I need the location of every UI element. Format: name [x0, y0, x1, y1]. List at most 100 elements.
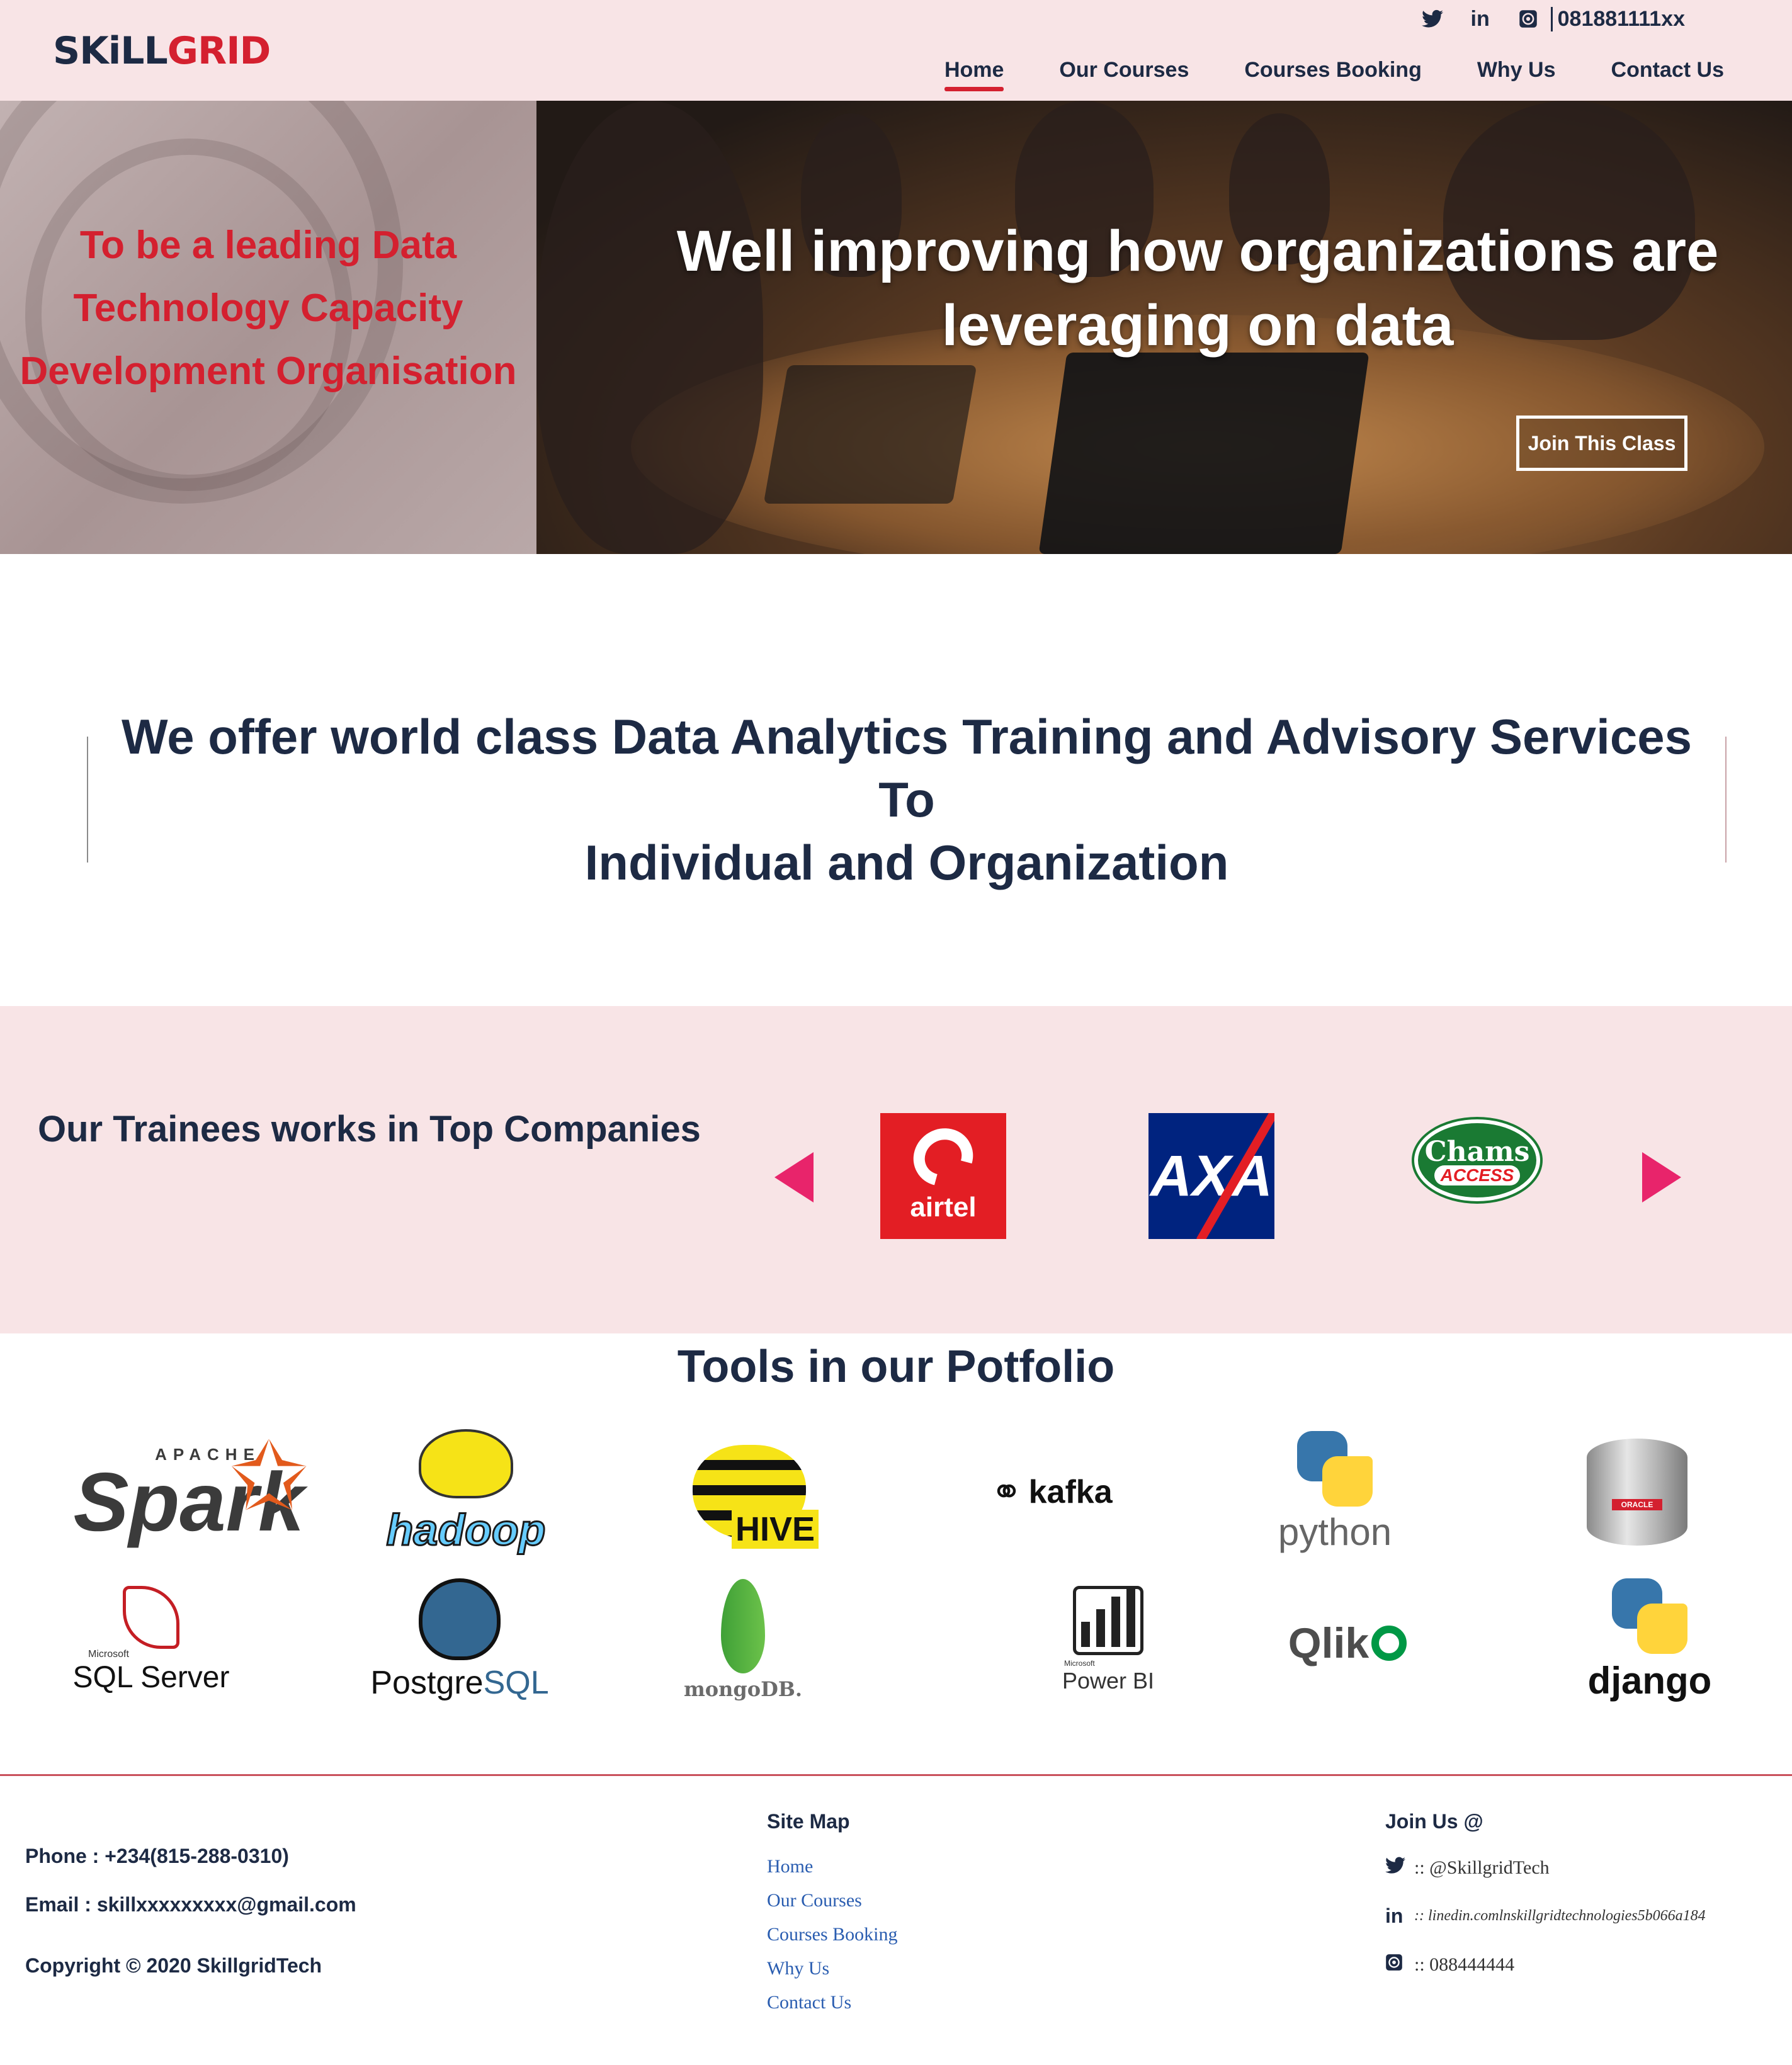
nav-home[interactable]: Home [944, 58, 1004, 91]
postgres-text-b: SQL [483, 1665, 549, 1701]
sitemap-link-why-us[interactable]: Why Us [767, 1958, 898, 1979]
laptop-photo [763, 365, 977, 504]
hero-headline: Well improving how organizations are lev… [662, 214, 1733, 363]
offer-section: We offer world class Data Analytics Trai… [87, 709, 1727, 890]
power-bi-ms-text: Microsoft [1064, 1659, 1095, 1668]
join-us-title: Join Us @ [1385, 1810, 1483, 1833]
footer-whatsapp[interactable]: :: 088444444 [1385, 1953, 1706, 1976]
tool-logo-power-bi: Microsoft Power BI [1045, 1574, 1171, 1706]
hero-mission-panel: To be a leading Data Technology Capacity… [0, 101, 536, 554]
offer-line-1: We offer world class Data Analytics Trai… [122, 709, 1692, 827]
postgres-elephant-icon [419, 1578, 501, 1660]
sitemap-link-our-courses[interactable]: Our Courses [767, 1890, 898, 1911]
hero-photo-panel: Well improving how organizations are lev… [536, 101, 1792, 554]
sql-server-icon [123, 1585, 179, 1649]
footer-copyright: Copyright © 2020 SkillgridTech [25, 1954, 322, 1977]
mongodb-leaf-icon [721, 1579, 765, 1673]
headline-line-1: Well improving how organizations are [676, 219, 1719, 283]
carousel-next-arrow-icon[interactable] [1642, 1152, 1681, 1202]
footer-join-us: Join Us @ :: @SkillgridTech in :: linedi… [1385, 1810, 1706, 2001]
hadoop-elephant-icon [419, 1429, 513, 1498]
headline-line-2: leveraging on data [941, 293, 1454, 358]
tool-logo-mongodb: mongoDB. [674, 1574, 812, 1706]
tool-logo-kafka: ⚭ kafka [970, 1461, 1133, 1524]
sql-server-text: SQL Server [72, 1660, 230, 1694]
tool-logo-django: django [1580, 1574, 1719, 1706]
laptop-photo [1038, 353, 1370, 554]
footer-contact: Phone : +234(815-288-0310) Email : skill… [25, 1845, 356, 2003]
footer-twitter[interactable]: :: @SkillgridTech [1385, 1856, 1706, 1879]
logo-text-grid: GRID [167, 29, 271, 73]
company-logo-chams: Chams ACCESS [1414, 1119, 1540, 1201]
tool-logo-qlik: Qlik [1272, 1612, 1423, 1675]
spark-star-icon: ✩ [229, 1423, 309, 1529]
main-nav: Home Our Courses Courses Booking Why Us … [944, 58, 1724, 91]
tool-logo-postgresql: PostgreSQL [365, 1574, 554, 1706]
company-logo-airtel: airtel [880, 1113, 1006, 1239]
social-topbar: in 081881111xx [1420, 5, 1685, 33]
kafka-text: kafka [1028, 1474, 1113, 1510]
footer-phone: Phone : +234(815-288-0310) [25, 1845, 289, 1867]
join-class-button[interactable]: Join This Class [1516, 416, 1687, 471]
kafka-icon: ⚭ [990, 1471, 1023, 1513]
database-cylinder-icon: ORACLE [1587, 1439, 1687, 1546]
whatsapp-icon [1385, 1953, 1408, 1976]
hadoop-text: hadoop [385, 1505, 547, 1556]
tool-logo-spark: APACHE Spark ✩ [63, 1423, 315, 1561]
footer-whatsapp-number: :: 088444444 [1414, 1954, 1515, 1975]
qlik-text: Qlik [1288, 1619, 1370, 1667]
footer-sitemap: Site Map Home Our Courses Courses Bookin… [767, 1810, 898, 2026]
company-logo-axa: AXA [1148, 1113, 1274, 1239]
tool-logo-python: python [1266, 1423, 1404, 1561]
mission-line-3: Development Organisation [20, 349, 517, 393]
python-icon [1297, 1430, 1373, 1507]
trainees-section: Our Trainees works in Top Companies airt… [0, 1006, 1792, 1333]
header-phone: 081881111xx [1550, 6, 1685, 31]
mission-line-1: To be a leading Data [79, 223, 457, 267]
hive-text: HIVE [731, 1510, 819, 1549]
footer-divider [0, 1774, 1792, 1776]
sitemap-title: Site Map [767, 1810, 850, 1833]
site-header: SKiLL GRID in 081881111xx Home Our Course… [0, 0, 1792, 101]
nav-our-courses[interactable]: Our Courses [1059, 58, 1189, 89]
twitter-icon[interactable] [1420, 6, 1445, 31]
nav-why-us[interactable]: Why Us [1477, 58, 1556, 89]
mongodb-text: mongoDB. [683, 1677, 803, 1701]
postgres-text-a: Postgre [370, 1665, 484, 1701]
airtel-swirl-icon [902, 1117, 984, 1197]
tool-logo-sql-server: Microsoft SQL Server [69, 1580, 233, 1700]
whatsapp-icon[interactable] [1516, 6, 1541, 31]
tool-logo-oracle: ORACLE [1580, 1429, 1694, 1555]
site-logo[interactable]: SKiLL GRID [53, 29, 271, 73]
linkedin-icon[interactable]: in [1468, 6, 1493, 31]
django-python-icon [1612, 1578, 1687, 1654]
trainees-title: Our Trainees works in Top Companies [38, 1109, 701, 1150]
logo-text-skill: SKiLL [53, 29, 168, 73]
sql-server-ms-text: Microsoft [88, 1648, 129, 1660]
offer-line-2: Individual and Organization [584, 835, 1229, 890]
twitter-icon [1385, 1856, 1408, 1879]
postgres-text: PostgreSQL [370, 1664, 548, 1702]
django-text: django [1587, 1659, 1712, 1702]
carousel-prev-arrow-icon[interactable] [774, 1152, 814, 1202]
nav-contact-us[interactable]: Contact Us [1611, 58, 1724, 89]
offer-heading: We offer world class Data Analytics Trai… [88, 705, 1725, 894]
footer-linkedin[interactable]: in :: linedin.comlnskillgridtechnologies… [1385, 1904, 1706, 1928]
sitemap-link-home[interactable]: Home [767, 1856, 898, 1877]
nav-courses-booking[interactable]: Courses Booking [1244, 58, 1421, 89]
footer-twitter-handle: :: @SkillgridTech [1414, 1857, 1550, 1878]
linkedin-icon: in [1385, 1904, 1404, 1927]
sitemap-link-courses-booking[interactable]: Courses Booking [767, 1924, 898, 1945]
footer-email[interactable]: Email : skillxxxxxxxxx@gmail.com [25, 1893, 356, 1916]
chams-text: Chams [1424, 1135, 1530, 1168]
tool-logo-hadoop: hadoop [371, 1423, 560, 1561]
power-bi-icon [1073, 1586, 1143, 1655]
hero-banner: To be a leading Data Technology Capacity… [0, 101, 1792, 554]
sitemap-link-contact-us[interactable]: Contact Us [767, 1992, 898, 2013]
mission-statement: To be a leading Data Technology Capacity… [13, 214, 524, 403]
oracle-tag-text: ORACLE [1612, 1499, 1662, 1510]
power-bi-text: Power BI [1062, 1668, 1155, 1694]
footer-linkedin-url: :: linedin.comlnskillgridtechnologies5b0… [1414, 1908, 1706, 1924]
airtel-text: airtel [910, 1192, 977, 1223]
chams-access-text: ACCESS [1434, 1165, 1521, 1185]
